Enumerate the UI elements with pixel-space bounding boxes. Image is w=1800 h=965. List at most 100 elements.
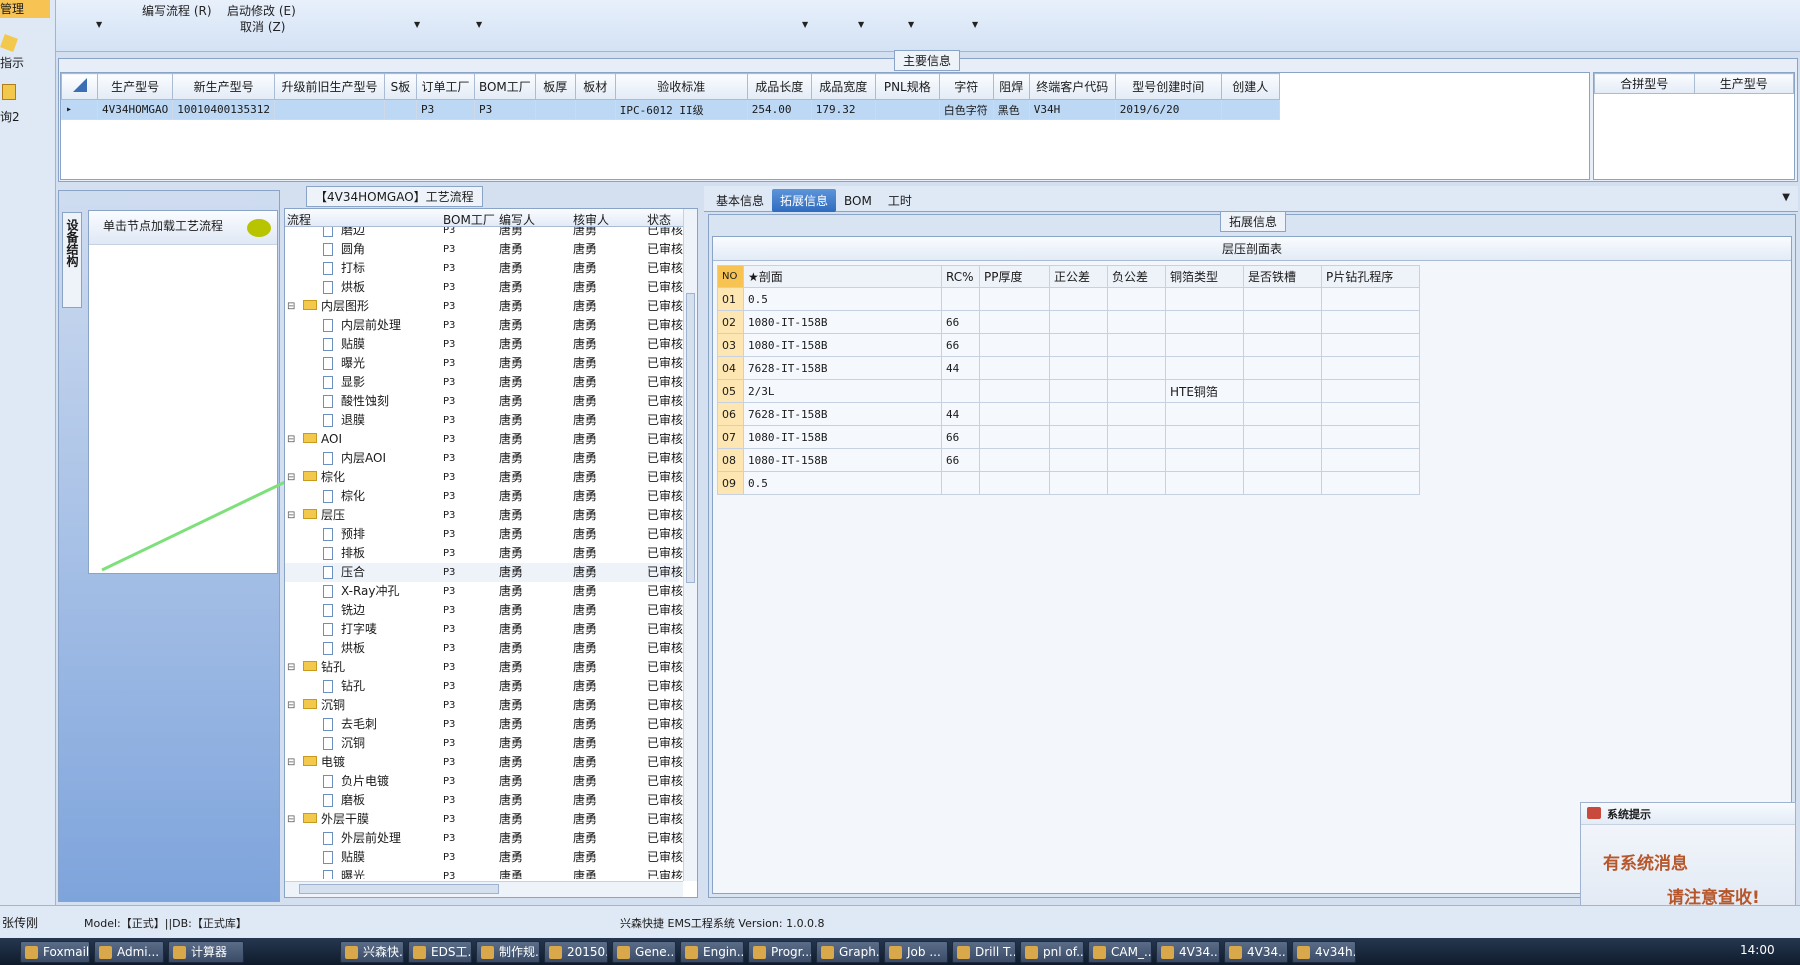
vtab-equipment-structure[interactable]: 设备结构	[62, 212, 82, 308]
lam-cell[interactable]	[979, 425, 1050, 449]
tree-row[interactable]: ⊟ 钻孔 P3 唐勇 唐勇 已审核	[285, 658, 683, 677]
grid-cell[interactable]: 黑色	[992, 99, 1030, 120]
tree-row[interactable]: 烘板 P3 唐勇 唐勇 已审核	[285, 278, 683, 297]
tree-row[interactable]: 曝光 P3 唐勇 唐勇 已审核	[285, 867, 683, 879]
lam-cell[interactable]	[1321, 333, 1420, 357]
col-header[interactable]: 终端客户代码	[1028, 73, 1116, 100]
lam-cell[interactable]	[1243, 379, 1322, 403]
tree-row[interactable]: 打标 P3 唐勇 唐勇 已审核	[285, 259, 683, 278]
collapse-icon[interactable]: ⊟	[287, 753, 295, 772]
lam-cell[interactable]	[1107, 356, 1166, 380]
lam-cell[interactable]	[1049, 448, 1108, 472]
col-header[interactable]: PNL规格	[874, 73, 940, 100]
grid-cell[interactable]	[1220, 99, 1280, 120]
collapse-icon[interactable]: ⊟	[287, 810, 295, 829]
tree-row[interactable]: 沉铜 P3 唐勇 唐勇 已审核	[285, 734, 683, 753]
lam-cell[interactable]: 44	[941, 402, 980, 426]
chevron-down-icon[interactable]: ▼	[972, 20, 978, 29]
grid-cell[interactable]: 10010400135312	[172, 99, 275, 120]
col-header[interactable]: 订单工厂	[415, 73, 475, 100]
lam-col-header[interactable]: 负公差	[1107, 265, 1166, 288]
lam-col-header[interactable]: PP厚度	[979, 265, 1050, 288]
lam-cell[interactable]: 66	[941, 448, 980, 472]
lam-cell[interactable]: 07	[717, 425, 744, 449]
cancel-button[interactable]: 取消 (Z)	[240, 18, 285, 35]
taskbar-item[interactable]: CAM_...	[1088, 941, 1152, 963]
lam-cell[interactable]	[1165, 356, 1244, 380]
lam-cell[interactable]	[1243, 333, 1322, 357]
grid-cell[interactable]: 4V34HOMGAO	[96, 99, 174, 120]
tree-row[interactable]: ⊟ 棕化 P3 唐勇 唐勇 已审核	[285, 468, 683, 487]
grid-cell[interactable]: IPC-6012 II级	[614, 99, 748, 120]
lam-cell[interactable]: 03	[717, 333, 744, 357]
lam-col-header[interactable]: 铜箔类型	[1165, 265, 1244, 288]
lam-cell[interactable]	[1321, 356, 1420, 380]
write-process-button[interactable]: 编写流程 (R)	[142, 2, 212, 19]
grid-cell[interactable]	[534, 99, 576, 120]
lam-cell[interactable]	[1165, 402, 1244, 426]
lam-cell[interactable]	[979, 448, 1050, 472]
col-header[interactable]: 成品宽度	[810, 73, 876, 100]
grid-cell[interactable]: 254.00	[746, 99, 812, 120]
lam-cell[interactable]	[979, 402, 1050, 426]
lam-cell[interactable]: 06	[717, 402, 744, 426]
lam-cell[interactable]	[979, 287, 1050, 311]
process-col-header[interactable]: 编写人	[499, 211, 535, 228]
collapse-icon[interactable]: ⊟	[287, 430, 295, 449]
horizontal-scrollbar[interactable]	[285, 881, 683, 897]
lam-cell[interactable]	[1243, 356, 1322, 380]
col-header[interactable]: 板厚	[534, 73, 576, 100]
lam-cell[interactable]	[1107, 448, 1166, 472]
lam-cell[interactable]	[1107, 333, 1166, 357]
tree-row[interactable]: 贴膜 P3 唐勇 唐勇 已审核	[285, 335, 683, 354]
taskbar-item[interactable]: 兴森快...	[340, 941, 404, 963]
tab-2[interactable]: BOM	[836, 191, 880, 211]
chevron-down-icon[interactable]: ▼	[802, 20, 808, 29]
lam-cell[interactable]	[1165, 333, 1244, 357]
lam-cell[interactable]: 2/3L	[743, 379, 942, 403]
tree-row[interactable]: 负片电镀 P3 唐勇 唐勇 已审核	[285, 772, 683, 791]
tree-row[interactable]: 显影 P3 唐勇 唐勇 已审核	[285, 373, 683, 392]
dropdown-arrow-icon[interactable]: ▼	[1782, 192, 1790, 203]
lam-cell[interactable]	[1107, 379, 1166, 403]
col-production-model[interactable]: 生产型号	[1693, 73, 1794, 94]
taskbar-item[interactable]: 制作规...	[476, 941, 540, 963]
tree-row[interactable]: 酸性蚀刻 P3 唐勇 唐勇 已审核	[285, 392, 683, 411]
taskbar-item[interactable]: Graph...	[816, 941, 880, 963]
lam-cell[interactable]: 0.5	[743, 471, 942, 495]
lam-cell[interactable]	[979, 379, 1050, 403]
chevron-down-icon[interactable]: ▼	[476, 20, 482, 29]
taskbar-item[interactable]: EDS工...	[408, 941, 472, 963]
grid-cell[interactable]	[874, 99, 940, 120]
lam-cell[interactable]	[1107, 310, 1166, 334]
lam-cell[interactable]	[1321, 402, 1420, 426]
taskbar-item[interactable]: 20150...	[544, 941, 608, 963]
col-header[interactable]: 新生产型号	[172, 73, 275, 100]
lam-row[interactable]: 06 7628-IT-158B 44	[717, 402, 1420, 426]
lam-cell[interactable]: 08	[717, 448, 744, 472]
taskbar-item[interactable]: 计算器	[168, 941, 244, 963]
taskbar-item[interactable]: Job ...	[884, 941, 948, 963]
grid-cell[interactable]	[574, 99, 616, 120]
start-modify-button[interactable]: 启动修改 (E)	[227, 2, 296, 19]
tree-row[interactable]: 压合 P3 唐勇 唐勇 已审核	[285, 563, 683, 582]
tree-row[interactable]: 外层前处理 P3 唐勇 唐勇 已审核	[285, 829, 683, 848]
lam-col-header[interactable]: P片钻孔程序	[1321, 265, 1420, 288]
col-header[interactable]: BOM工厂	[473, 73, 536, 100]
lam-row[interactable]: 09 0.5	[717, 471, 1420, 495]
lam-cell[interactable]	[1049, 356, 1108, 380]
lam-cell[interactable]	[1243, 425, 1322, 449]
lam-row[interactable]: 02 1080-IT-158B 66	[717, 310, 1420, 334]
chevron-down-icon[interactable]: ▼	[858, 20, 864, 29]
lam-cell[interactable]	[1049, 379, 1108, 403]
lam-cell[interactable]	[1049, 471, 1108, 495]
tree-row[interactable]: 退膜 P3 唐勇 唐勇 已审核	[285, 411, 683, 430]
lam-row[interactable]: 05 2/3L HTE铜箔	[717, 379, 1420, 403]
lam-row[interactable]: 07 1080-IT-158B 66	[717, 425, 1420, 449]
lam-cell[interactable]: 09	[717, 471, 744, 495]
grid-cell[interactable]: 179.32	[810, 99, 876, 120]
tree-row[interactable]: 圆角 P3 唐勇 唐勇 已审核	[285, 240, 683, 259]
col-header[interactable]: 型号创建时间	[1114, 73, 1222, 100]
tree-row[interactable]: ⊟ AOI P3 唐勇 唐勇 已审核	[285, 430, 683, 449]
lam-cell[interactable]	[1049, 402, 1108, 426]
